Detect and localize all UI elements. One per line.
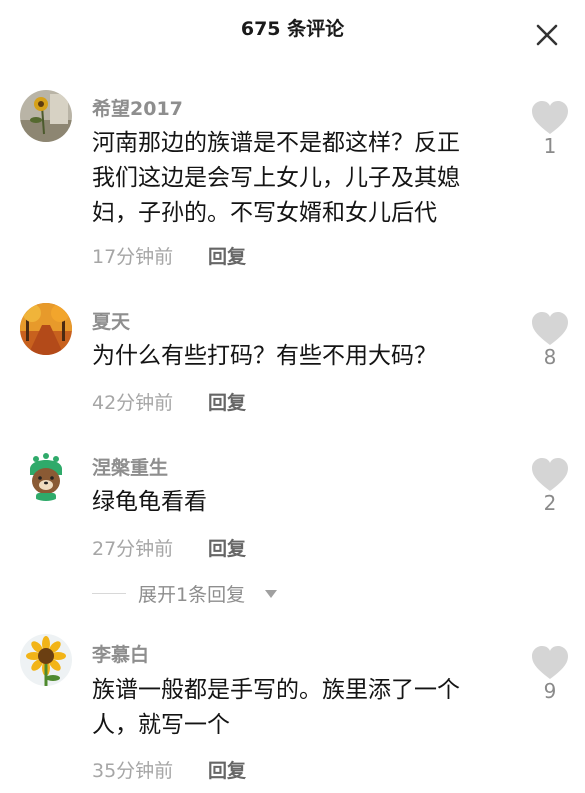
comment-text: 族谱一般都是手写的。族里添了一个 人，就写一个 <box>92 673 512 743</box>
comment-time: 17分钟前 <box>92 246 174 268</box>
avatar[interactable] <box>20 449 72 501</box>
comment-username[interactable]: 李慕白 <box>92 640 149 667</box>
sunflower-icon <box>20 634 72 686</box>
expand-replies[interactable]: 展开1条回复 <box>92 580 392 608</box>
comment-text-line: 人，就写一个 <box>92 712 230 738</box>
comments-count-title: 675 条评论 <box>240 18 345 40</box>
comment-text: 绿龟龟看看 <box>92 485 512 520</box>
comment-text-line: 族谱一般都是手写的。族里添了一个 <box>92 677 460 703</box>
avatar[interactable] <box>20 303 72 355</box>
cartoon-bear-icon <box>20 449 72 501</box>
comment-text-line: 为什么有些打码？有些不用大码？ <box>92 343 437 369</box>
comment-username[interactable]: 希望2017 <box>92 94 183 121</box>
close-icon <box>536 24 558 46</box>
comment-text: 为什么有些打码？有些不用大码？ <box>92 339 512 374</box>
close-button[interactable] <box>530 18 564 52</box>
like-button[interactable] <box>530 645 570 681</box>
comment-username[interactable]: 夏天 <box>92 307 130 334</box>
like-button[interactable] <box>530 100 570 136</box>
reply-button[interactable]: 回复 <box>208 388 246 415</box>
reply-button[interactable]: 回复 <box>208 756 246 783</box>
expand-divider <box>92 593 126 594</box>
comment-text-line: 河南那边的族谱是不是都这样？反正 <box>92 130 460 156</box>
autumn-road-photo-icon <box>20 303 72 355</box>
comments-header: 675 条评论 <box>0 0 585 60</box>
heart-icon <box>532 312 568 345</box>
comment-time: 27分钟前 <box>92 538 174 560</box>
like-button[interactable] <box>530 311 570 347</box>
comments-panel: 675 条评论 希望2017 河南那边的族谱是不是都这样？反正 我们这边是会写上 <box>0 0 585 793</box>
comment-username[interactable]: 涅槃重生 <box>92 453 168 480</box>
heart-icon <box>532 646 568 679</box>
caret-down-icon <box>265 590 277 598</box>
avatar[interactable] <box>20 90 72 142</box>
reply-button[interactable]: 回复 <box>208 534 246 561</box>
comment-text-line: 妇，子孙的。不写女婿和女儿后代 <box>92 200 437 226</box>
expand-replies-label[interactable]: 展开1条回复 <box>138 580 245 607</box>
comment-text: 河南那边的族谱是不是都这样？反正 我们这边是会写上女儿，儿子及其媳 妇，子孙的。… <box>92 126 512 231</box>
comment-time: 42分钟前 <box>92 392 174 414</box>
like-count: 9 <box>543 679 557 703</box>
comment-time: 35分钟前 <box>92 760 174 782</box>
reply-button[interactable]: 回复 <box>208 242 246 269</box>
comment-text-line: 我们这边是会写上女儿，儿子及其媳 <box>92 165 460 191</box>
like-button[interactable] <box>530 457 570 493</box>
comment-text-line: 绿龟龟看看 <box>92 489 207 515</box>
like-count: 8 <box>543 345 557 369</box>
like-count: 2 <box>543 491 557 515</box>
like-count: 1 <box>543 134 557 158</box>
heart-icon <box>532 101 568 134</box>
sunflower-photo-icon <box>20 90 72 142</box>
heart-icon <box>532 458 568 491</box>
avatar[interactable] <box>20 634 72 686</box>
